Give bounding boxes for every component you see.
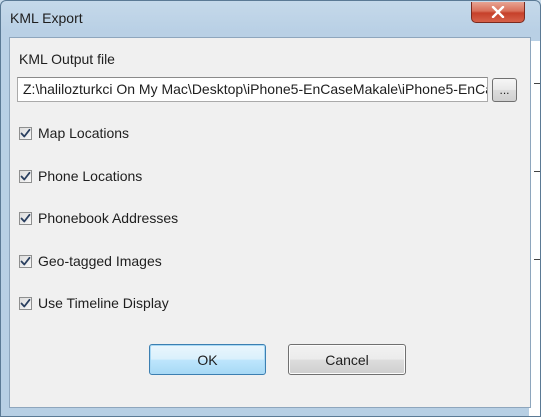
- close-button[interactable]: [471, 2, 525, 23]
- phonebook-addresses-label: Phonebook Addresses: [38, 210, 179, 226]
- background-tick: [534, 83, 540, 84]
- close-icon: [491, 6, 505, 18]
- dialog-body: KML Output file Z:\halilozturkci On My M…: [9, 37, 531, 408]
- phone-locations-checkbox[interactable]: [19, 169, 32, 183]
- option-phonebook-addresses[interactable]: Phonebook Addresses: [19, 209, 178, 227]
- ok-button[interactable]: OK: [149, 344, 266, 375]
- kml-export-dialog: KML Export KML Output file Z:\haliloztur…: [0, 0, 541, 417]
- option-geo-tagged-images[interactable]: Geo-tagged Images: [19, 252, 162, 270]
- use-timeline-display-label: Use Timeline Display: [38, 295, 169, 311]
- phonebook-addresses-checkbox[interactable]: [19, 211, 32, 225]
- checkmark-icon: [20, 171, 31, 180]
- output-path-input[interactable]: Z:\halilozturkci On My Mac\Desktop\iPhon…: [17, 77, 488, 102]
- option-use-timeline-display[interactable]: Use Timeline Display: [19, 294, 169, 312]
- map-locations-checkbox[interactable]: [19, 126, 32, 140]
- map-locations-label: Map Locations: [38, 125, 130, 141]
- checkmark-icon: [20, 256, 31, 265]
- checkmark-icon: [20, 128, 31, 137]
- background-tick: [534, 171, 540, 172]
- option-map-locations[interactable]: Map Locations: [19, 124, 129, 142]
- geo-tagged-images-label: Geo-tagged Images: [38, 253, 162, 269]
- title-bar[interactable]: KML Export: [1, 1, 540, 37]
- use-timeline-display-checkbox[interactable]: [19, 296, 32, 310]
- output-file-label: KML Output file: [19, 51, 115, 67]
- checkmark-icon: [20, 213, 31, 222]
- background-tick: [534, 259, 540, 260]
- phone-locations-label: Phone Locations: [38, 168, 143, 184]
- browse-button[interactable]: ...: [492, 78, 517, 102]
- checkmark-icon: [20, 298, 31, 307]
- option-phone-locations[interactable]: Phone Locations: [19, 167, 142, 185]
- window-title: KML Export: [10, 10, 83, 26]
- cancel-button[interactable]: Cancel: [288, 344, 406, 375]
- geo-tagged-images-checkbox[interactable]: [19, 254, 32, 268]
